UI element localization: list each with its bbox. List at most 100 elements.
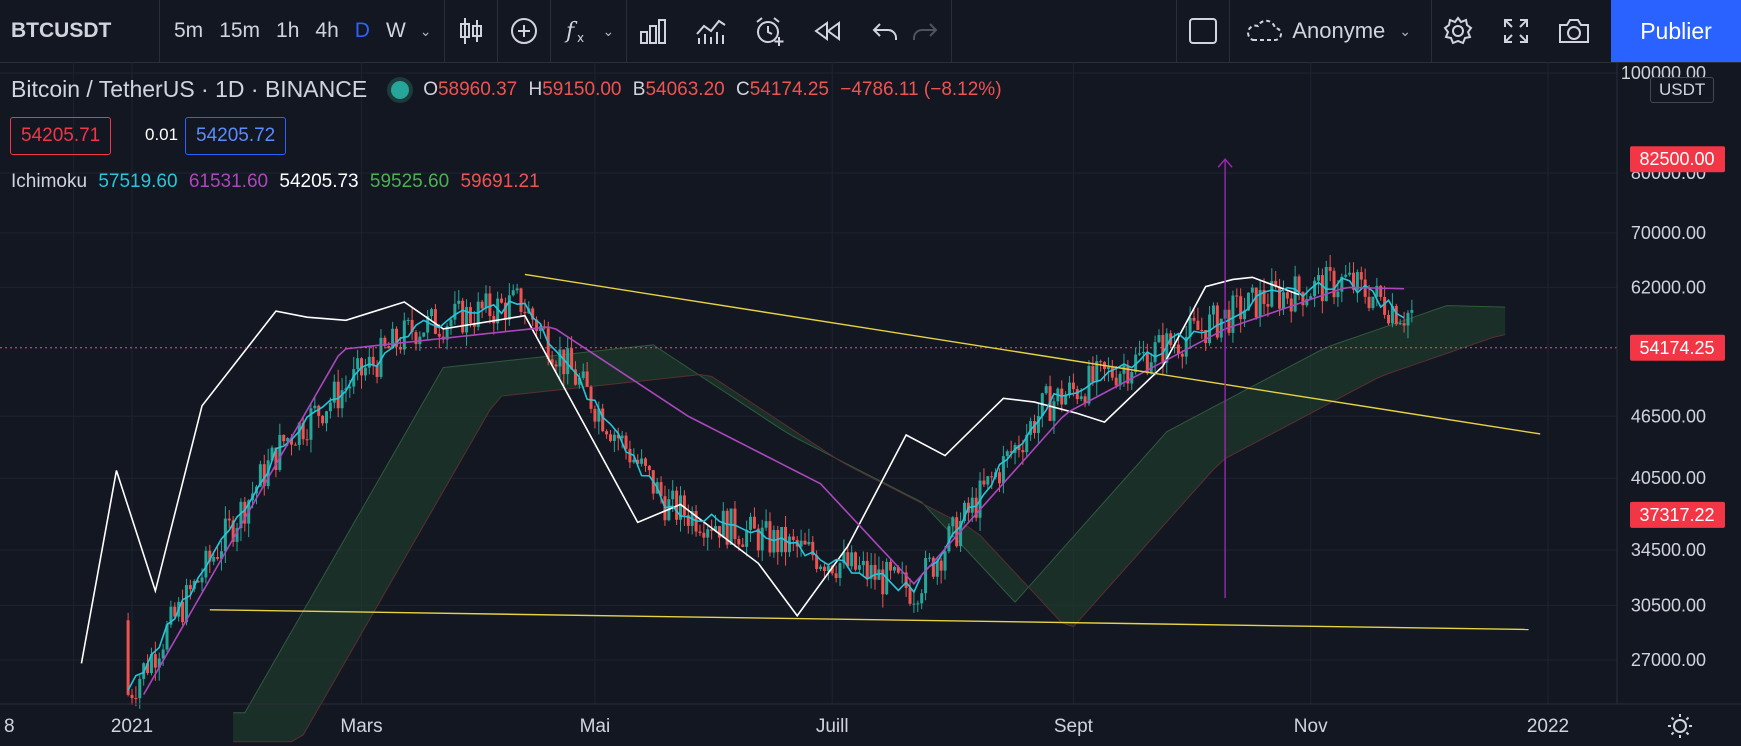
indicator-lines bbox=[80, 276, 1405, 695]
candle-body bbox=[437, 333, 441, 337]
annotations bbox=[0, 158, 1617, 631]
sun-icon-ray bbox=[1685, 716, 1690, 721]
price-chart[interactable]: 100000.0080000.0070000.0062000.0046500.0… bbox=[0, 62, 1741, 746]
candle-body bbox=[608, 434, 612, 441]
fx-group: fx ⌄ bbox=[551, 0, 628, 62]
candle-body bbox=[1402, 323, 1406, 326]
candles-icon[interactable] bbox=[451, 11, 491, 51]
ichimoku-legend[interactable]: Ichimoku 57519.60 61531.60 54205.73 5952… bbox=[11, 171, 546, 193]
candle-body bbox=[1394, 305, 1398, 325]
market-status-icon[interactable] bbox=[391, 80, 410, 99]
candle-body bbox=[126, 620, 130, 695]
candle-body bbox=[927, 557, 931, 559]
candle-body bbox=[643, 458, 647, 466]
candle-body bbox=[492, 316, 496, 324]
candle-body bbox=[305, 439, 309, 441]
candle-body bbox=[1044, 386, 1048, 394]
candle-body bbox=[916, 603, 920, 605]
candle-body bbox=[1235, 295, 1239, 297]
interval-5m[interactable]: 5m bbox=[166, 11, 211, 51]
candle-body bbox=[282, 434, 286, 442]
candle-body bbox=[1208, 314, 1212, 344]
redo-icon[interactable] bbox=[905, 11, 945, 51]
time-tick-label: 8 bbox=[4, 716, 15, 737]
candle-body bbox=[500, 298, 504, 303]
candle-body bbox=[1371, 296, 1375, 309]
candle-body bbox=[1387, 314, 1391, 324]
candle-body bbox=[336, 381, 340, 409]
candle-body bbox=[1406, 312, 1410, 326]
candle-body bbox=[1344, 274, 1348, 277]
svg-text:f: f bbox=[564, 19, 578, 44]
candle-body bbox=[1328, 267, 1332, 271]
candle-body bbox=[1367, 296, 1371, 309]
candle-body bbox=[1281, 292, 1285, 309]
change-value: −4786.11 (−8.12%) bbox=[840, 78, 1002, 100]
candle-body bbox=[698, 531, 702, 533]
candle-body bbox=[601, 408, 605, 432]
ichimoku-value-chikou: 54205.73 bbox=[279, 171, 359, 192]
candle-body bbox=[1336, 291, 1340, 298]
account-menu[interactable]: Anonyme ⌄ bbox=[1236, 18, 1425, 44]
axes: 100000.0080000.0070000.0062000.0046500.0… bbox=[0, 62, 1741, 738]
candle-body bbox=[449, 319, 453, 327]
candle-body bbox=[1099, 361, 1103, 363]
candle-body bbox=[566, 348, 570, 375]
candle-body bbox=[1410, 309, 1414, 313]
candle-body bbox=[406, 319, 410, 321]
candle-body bbox=[212, 556, 216, 562]
candle-body bbox=[612, 434, 616, 441]
fx-icon[interactable]: fx bbox=[557, 11, 597, 51]
candle-body bbox=[850, 552, 854, 567]
candle-body bbox=[433, 309, 437, 334]
candle-body bbox=[1192, 317, 1196, 321]
interval-w[interactable]: W bbox=[378, 11, 414, 51]
candle-body bbox=[1196, 320, 1200, 331]
replay-icon[interactable] bbox=[807, 11, 847, 51]
candle-body bbox=[402, 320, 406, 350]
candle-body bbox=[1161, 335, 1165, 363]
candle-body bbox=[776, 530, 780, 553]
layout-icon[interactable] bbox=[1183, 11, 1223, 51]
interval-d[interactable]: D bbox=[347, 11, 378, 51]
currency-label[interactable]: USDT bbox=[1650, 77, 1715, 103]
alarm-icon[interactable] bbox=[749, 11, 789, 51]
candle-body bbox=[733, 508, 737, 540]
candle-body bbox=[1052, 401, 1056, 421]
interval-1h[interactable]: 1h bbox=[268, 11, 307, 51]
candle-body bbox=[1266, 304, 1270, 307]
candle-body bbox=[581, 371, 585, 378]
fullscreen-icon[interactable] bbox=[1496, 11, 1536, 51]
candle-body bbox=[873, 565, 877, 580]
indicators-icon[interactable] bbox=[691, 11, 731, 51]
gear-icon[interactable] bbox=[1438, 11, 1478, 51]
symbol-title[interactable]: Bitcoin / TetherUS · 1D · BINANCE bbox=[11, 76, 367, 103]
candle-body bbox=[328, 402, 332, 412]
candle-body bbox=[737, 539, 741, 545]
publish-button[interactable]: Publier bbox=[1611, 0, 1741, 62]
interval-chevron-down-icon[interactable]: ⌄ bbox=[414, 23, 438, 40]
candle-body bbox=[1227, 309, 1231, 333]
fx-chevron-down-icon[interactable]: ⌄ bbox=[597, 23, 621, 40]
candle-body bbox=[593, 408, 597, 422]
candle-body bbox=[356, 358, 360, 370]
spread-value: 0.01 bbox=[145, 125, 179, 144]
candle-body bbox=[1091, 365, 1095, 383]
candle-body bbox=[729, 508, 733, 545]
open-label: O bbox=[423, 78, 438, 100]
bar-chart-icon[interactable] bbox=[633, 11, 673, 51]
undo-icon[interactable] bbox=[865, 11, 905, 51]
camera-icon[interactable] bbox=[1554, 11, 1594, 51]
interval-4h[interactable]: 4h bbox=[307, 11, 346, 51]
candle-body bbox=[717, 526, 721, 538]
ichimoku-value-tenkan: 57519.60 bbox=[98, 171, 178, 192]
sell-button[interactable]: 54205.71 bbox=[10, 117, 112, 155]
candle-body bbox=[628, 448, 632, 463]
candle-body bbox=[589, 386, 593, 409]
buy-button[interactable]: 54205.72 bbox=[185, 117, 287, 155]
candle-body bbox=[453, 303, 457, 320]
interval-15m[interactable]: 15m bbox=[211, 11, 268, 51]
plus-circle-icon[interactable] bbox=[504, 11, 544, 51]
symbol-search[interactable]: BTCUSDT bbox=[0, 0, 160, 62]
candle-body bbox=[924, 558, 928, 594]
